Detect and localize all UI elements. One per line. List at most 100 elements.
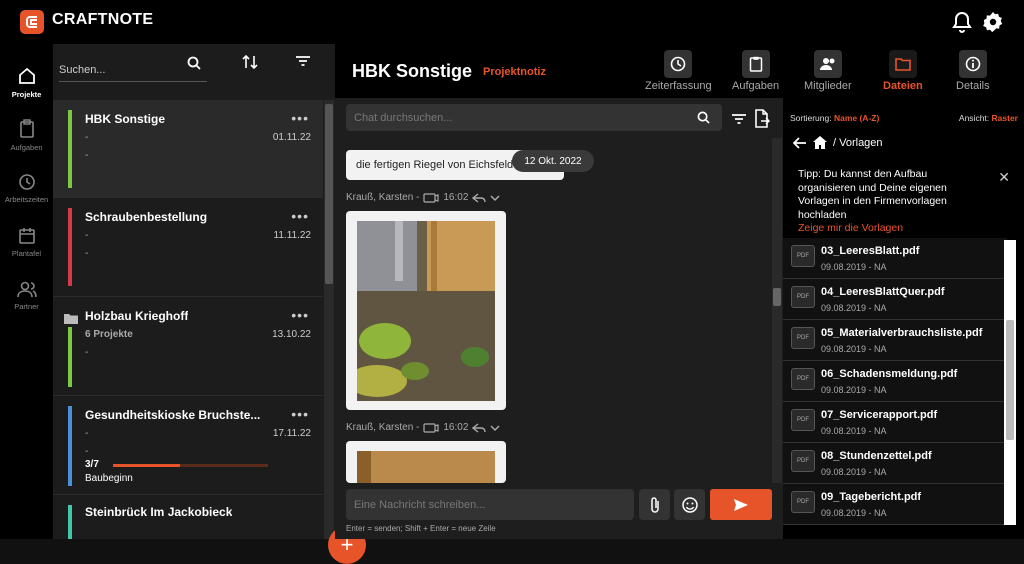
back-arrow-icon[interactable]	[793, 136, 807, 149]
project-search-input[interactable]: Suchen...	[59, 60, 207, 82]
nav-label: Partner	[14, 302, 39, 311]
reply-icon[interactable]	[472, 192, 487, 203]
sort-value[interactable]: Name (A-Z)	[834, 113, 879, 123]
project-date: 13.10.22	[272, 329, 311, 340]
emoji-button[interactable]	[674, 489, 705, 520]
nav-arbeitszeiten[interactable]: Arbeitszeiten	[0, 173, 53, 204]
file-meta: 09.08.2019 - NA	[821, 426, 887, 436]
pdf-file-icon: PDF	[791, 368, 815, 390]
nav-plantafel[interactable]: Plantafel	[0, 227, 53, 258]
project-item-holzbau-krieghoff[interactable]: Holzbau Krieghoff ••• 6 Projekte 13.10.2…	[53, 297, 323, 396]
tab-zeiterfassung[interactable]: Zeiterfassung	[645, 50, 712, 92]
files-panel: Sortierung: Name (A-Z) Ansicht: Raster /…	[783, 98, 1024, 539]
project-line-2: -	[85, 446, 89, 457]
tab-aufgaben[interactable]: Aufgaben	[732, 50, 779, 92]
tab-mitglieder[interactable]: Mitglieder	[804, 50, 852, 92]
clock-icon	[671, 56, 686, 72]
sort-arrows-icon[interactable]	[242, 54, 258, 75]
nav-aufgaben[interactable]: Aufgaben	[0, 119, 53, 152]
project-type-tag: Projektnotiz	[483, 66, 546, 78]
file-item[interactable]: PDF 03_LeeresBlatt.pdf 09.08.2019 - NA	[783, 238, 1007, 279]
project-list-scrollbar[interactable]	[324, 100, 334, 539]
project-item-gesundheitskioske[interactable]: Gesundheitskioske Bruchste... ••• - 17.1…	[53, 396, 323, 495]
more-options-icon[interactable]: •••	[291, 208, 309, 224]
file-name: 07_Servicerapport.pdf	[821, 409, 938, 421]
file-item[interactable]: PDF 04_LeeresBlattQuer.pdf 09.08.2019 - …	[783, 279, 1007, 320]
folder-icon	[895, 57, 911, 71]
garden-photo	[357, 221, 495, 401]
progress-fill	[113, 464, 180, 467]
tab-label: Dateien	[883, 80, 923, 92]
pdf-file-icon: PDF	[791, 409, 815, 431]
progress-track	[113, 464, 268, 467]
tab-label: Aufgaben	[732, 80, 780, 92]
file-item[interactable]: PDF 07_Servicerapport.pdf 09.08.2019 - N…	[783, 402, 1007, 443]
breadcrumb: / Vorlagen	[793, 136, 883, 149]
more-options-icon[interactable]: •••	[291, 110, 309, 126]
left-navigation: Projekte Aufgaben Arbeitszeiten Plantafe…	[0, 44, 53, 539]
image-attachment[interactable]	[346, 441, 506, 483]
view-selector[interactable]: Ansicht: Raster	[959, 113, 1018, 123]
file-item[interactable]: PDF 08_Stundenzettel.pdf 09.08.2019 - NA	[783, 443, 1007, 484]
users-icon	[819, 58, 835, 70]
visibility-tag-icon	[423, 422, 439, 433]
project-item-hbk-sonstige[interactable]: HBK Sonstige ••• - 01.11.22 -	[53, 100, 323, 198]
filter-icon[interactable]	[295, 54, 311, 72]
search-icon[interactable]	[187, 56, 201, 75]
scrollbar-thumb[interactable]	[773, 288, 781, 306]
message-time: 16:02	[443, 422, 469, 433]
compose-hint: Enter = senden; Shift + Enter = neue Zei…	[346, 524, 496, 533]
chat-search-input[interactable]: Chat durchsuchen...	[346, 104, 722, 131]
progress-count: 3/7	[85, 459, 99, 470]
project-color-bar	[68, 208, 72, 286]
search-icon[interactable]	[697, 111, 710, 129]
file-item[interactable]: PDF 09_Tagebericht.pdf 09.08.2019 - NA	[783, 484, 1007, 525]
sort-label: Sortierung:	[790, 113, 832, 123]
message-author: Krauß, Karsten -	[346, 422, 420, 433]
nav-partner[interactable]: Partner	[0, 280, 53, 311]
more-options-icon[interactable]: •••	[291, 307, 309, 323]
image-attachment[interactable]	[346, 211, 506, 410]
scrollbar-thumb[interactable]	[1006, 320, 1014, 440]
project-date: 01.11.22	[272, 132, 311, 143]
file-meta: 09.08.2019 - NA	[821, 344, 887, 354]
pdf-file-icon: PDF	[791, 327, 815, 349]
top-bar: CRAFTNOTE	[0, 0, 1024, 44]
send-button[interactable]	[710, 489, 772, 520]
chevron-down-icon[interactable]	[490, 194, 500, 202]
app-name: CRAFTNOTE	[52, 11, 154, 28]
project-line-2: -	[85, 150, 89, 161]
chevron-down-icon[interactable]	[490, 424, 500, 432]
attach-button[interactable]	[639, 489, 670, 520]
nav-label: Arbeitszeiten	[4, 195, 49, 204]
export-file-icon[interactable]	[754, 109, 771, 134]
tab-details[interactable]: Details	[956, 50, 990, 92]
calendar-icon	[18, 228, 35, 244]
file-item[interactable]: PDF 05_Materialverbrauchsliste.pdf 09.08…	[783, 320, 1007, 361]
project-color-bar	[68, 110, 72, 188]
project-status: Baubeginn	[85, 473, 133, 484]
file-meta: 09.08.2019 - NA	[821, 385, 887, 395]
more-options-icon[interactable]: •••	[291, 406, 309, 422]
close-icon[interactable]: ✕	[998, 169, 1010, 186]
file-name: 03_LeeresBlatt.pdf	[821, 245, 920, 257]
file-item[interactable]: PDF 06_Schadensmeldung.pdf 09.08.2019 - …	[783, 361, 1007, 402]
nav-projekte[interactable]: Projekte	[0, 66, 53, 99]
view-value[interactable]: Raster	[992, 113, 1018, 123]
sort-selector[interactable]: Sortierung: Name (A-Z)	[790, 113, 879, 123]
tab-dateien[interactable]: Dateien	[883, 50, 923, 92]
chat-scrollbar[interactable]	[772, 138, 782, 483]
message-input[interactable]: Eine Nachricht schreiben...	[346, 489, 634, 520]
project-item-schraubenbestellung[interactable]: Schraubenbestellung ••• - 11.11.22 -	[53, 198, 323, 297]
home-icon[interactable]	[813, 136, 827, 149]
project-item-steinbrueck[interactable]: Steinbrück Im Jackobieck	[53, 495, 323, 539]
reply-icon[interactable]	[472, 422, 487, 433]
gear-icon[interactable]	[982, 11, 1004, 38]
filter-icon[interactable]	[731, 112, 747, 130]
show-templates-link[interactable]: Zeige mir die Vorlagen	[798, 222, 903, 234]
scrollbar-thumb[interactable]	[325, 104, 333, 284]
file-meta: 09.08.2019 - NA	[821, 303, 887, 313]
bell-icon[interactable]	[952, 11, 972, 38]
file-meta: 09.08.2019 - NA	[821, 467, 887, 477]
craftnote-logo-icon[interactable]	[20, 10, 44, 34]
